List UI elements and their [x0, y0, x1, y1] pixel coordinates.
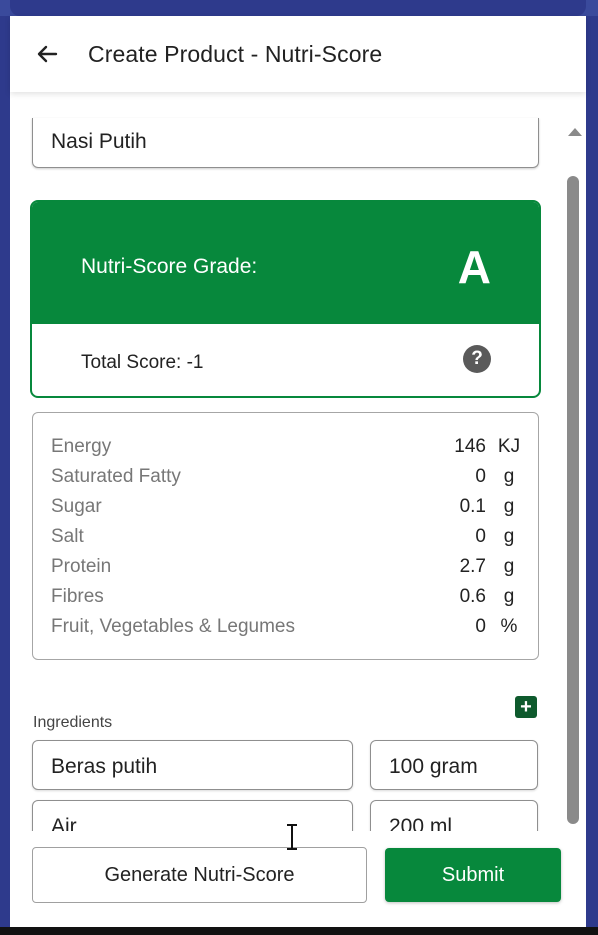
nutrient-value: 146: [454, 436, 486, 457]
nutrient-value: 0: [475, 616, 486, 637]
ingredient-amount-input[interactable]: 100 gram: [370, 740, 538, 790]
grade-banner: Nutri-Score Grade: A: [32, 202, 539, 324]
nutrient-row: Fruit, Vegetables & Legumes 0 %: [51, 612, 521, 642]
nutrient-label: Salt: [51, 526, 84, 547]
nutrient-value: 0.1: [459, 496, 486, 517]
nutrient-label: Protein: [51, 556, 112, 577]
help-circle-icon[interactable]: ?: [463, 345, 491, 373]
scroll-thumb[interactable]: [567, 176, 579, 824]
arrow-left-icon[interactable]: [36, 43, 58, 65]
window-bottom-bar: [0, 927, 598, 935]
nutrient-table: Energy 146 KJ Saturated Fatty 0 g Sugar …: [32, 412, 539, 660]
nutrient-row: Salt 0 g: [51, 522, 521, 552]
nutrient-row: Protein 2.7 g: [51, 552, 521, 582]
total-score-label: Total Score: -1: [81, 352, 204, 373]
nutrient-unit: g: [503, 556, 515, 577]
generate-nutri-score-button[interactable]: Generate Nutri-Score: [32, 847, 367, 903]
nutrient-label: Fruit, Vegetables & Legumes: [51, 616, 295, 637]
app-header: Create Product - Nutri-Score: [10, 16, 586, 92]
nutrient-row: Fibres 0.6 g: [51, 582, 521, 612]
page-title: Create Product - Nutri-Score: [88, 41, 383, 67]
nutrient-unit: g: [503, 586, 515, 607]
submit-button[interactable]: Submit: [385, 848, 561, 902]
grade-label: Nutri-Score Grade:: [81, 255, 258, 278]
nutrient-row: Energy 146 KJ: [51, 432, 521, 462]
text-cursor-icon: [282, 823, 302, 851]
ingredient-amount-input[interactable]: 200 ml: [370, 800, 538, 831]
nutrient-unit: %: [500, 616, 518, 637]
nutrient-unit: KJ: [497, 436, 521, 457]
nutrient-row: Sugar 0.1 g: [51, 492, 521, 522]
ingredient-name-input[interactable]: Beras putih: [32, 740, 353, 790]
nutrient-label: Sugar: [51, 496, 102, 517]
nutrient-row: Saturated Fatty 0 g: [51, 462, 521, 492]
grade-letter: A: [457, 241, 491, 293]
plus-icon[interactable]: +: [515, 696, 537, 718]
nutrient-value: 0: [475, 526, 486, 547]
nutrient-value: 2.7: [459, 556, 486, 577]
nutri-score-card: Nutri-Score Grade: A Total Score: -1 ?: [30, 200, 541, 398]
scroll-content: Nasi Putih Nutri-Score Grade: A Total Sc…: [10, 92, 586, 831]
nutrient-unit: g: [503, 466, 515, 487]
ingredient-name-input[interactable]: Air: [32, 800, 353, 831]
nutrient-value: 0.6: [459, 586, 486, 607]
nutrient-value: 0: [475, 466, 486, 487]
product-name-input[interactable]: Nasi Putih: [32, 118, 539, 168]
scroll-up-arrow-icon[interactable]: [568, 128, 582, 136]
nutrient-label: Fibres: [51, 586, 104, 607]
nutrient-label: Saturated Fatty: [51, 466, 181, 487]
ingredients-label: Ingredients: [33, 714, 113, 731]
nutrient-unit: g: [503, 496, 515, 517]
nutrient-label: Energy: [51, 436, 112, 457]
window-top-strip: [0, 0, 598, 16]
scrollbar[interactable]: [562, 92, 586, 831]
nutrient-unit: g: [503, 526, 515, 547]
app-window: Create Product - Nutri-Score Nasi Putih …: [10, 16, 586, 927]
